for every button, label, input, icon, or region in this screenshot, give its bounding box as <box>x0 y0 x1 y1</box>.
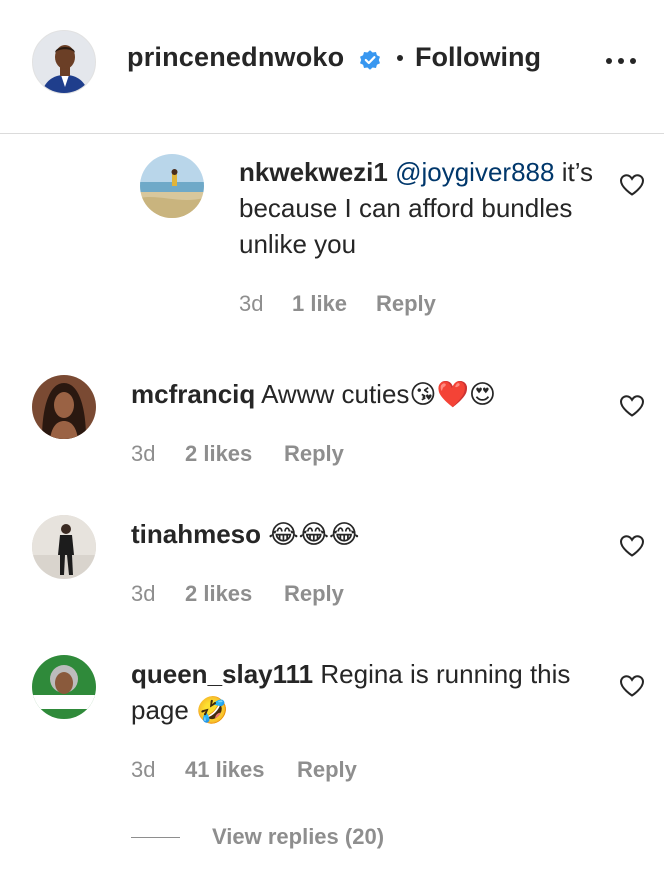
likes-count[interactable]: 2 likes <box>185 441 252 467</box>
view-replies-divider <box>131 837 180 838</box>
separator-dot <box>397 55 403 61</box>
comment-body: tinahmeso 😂😂😂 <box>131 516 601 552</box>
avatar[interactable] <box>140 154 204 218</box>
comment-text: Awww cuties😘❤️😍 <box>261 379 496 409</box>
heart-icon[interactable] <box>619 173 645 197</box>
likes-count[interactable]: 1 like <box>292 291 347 317</box>
comment-meta: 3d 1 like Reply <box>239 291 499 319</box>
comment-username[interactable]: tinahmeso <box>131 519 261 549</box>
comment-time: 3d <box>239 291 264 316</box>
comment-time: 3d <box>131 581 156 606</box>
comment-username[interactable]: nkwekwezi1 <box>239 157 388 187</box>
reply-button[interactable]: Reply <box>376 291 436 317</box>
comment-body: nkwekwezi1 @joygiver888 it’s because I c… <box>239 154 599 262</box>
likes-count[interactable]: 2 likes <box>185 581 252 607</box>
comment-body: mcfranciq Awww cuties😘❤️😍 <box>131 376 601 412</box>
profile-photo <box>32 515 96 579</box>
view-replies-button[interactable]: View replies (20) <box>212 824 384 850</box>
post-author-username[interactable]: princenednwoko <box>127 42 344 73</box>
avatar[interactable] <box>32 655 96 719</box>
comment-username[interactable]: queen_slay111 <box>131 659 313 689</box>
avatar[interactable] <box>32 30 96 94</box>
avatar[interactable] <box>32 375 96 439</box>
more-options-icon[interactable] <box>604 50 638 70</box>
post-header: princenednwoko Following <box>0 0 664 134</box>
comment-meta: 3d 41 likes Reply <box>131 757 391 785</box>
comment-text: 😂😂😂 <box>268 519 360 549</box>
profile-photo <box>32 375 96 439</box>
comment-meta: 3d 2 likes Reply <box>131 581 391 609</box>
following-button[interactable]: Following <box>415 42 541 73</box>
comment-username[interactable]: mcfranciq <box>131 379 255 409</box>
heart-icon[interactable] <box>619 534 645 558</box>
profile-photo <box>32 655 96 719</box>
avatar[interactable] <box>32 515 96 579</box>
mention-link[interactable]: @joygiver888 <box>395 157 554 187</box>
comment-time: 3d <box>131 757 156 782</box>
reply-button[interactable]: Reply <box>284 581 344 607</box>
profile-photo <box>33 31 95 93</box>
profile-photo <box>140 154 204 218</box>
comment-meta: 3d 2 likes Reply <box>131 441 391 469</box>
likes-count[interactable]: 41 likes <box>185 757 265 783</box>
comment-body: queen_slay111 Regina is running this pag… <box>131 656 601 728</box>
comment-time: 3d <box>131 441 156 466</box>
heart-icon[interactable] <box>619 394 645 418</box>
reply-button[interactable]: Reply <box>284 441 344 467</box>
reply-button[interactable]: Reply <box>297 757 357 783</box>
heart-icon[interactable] <box>619 674 645 698</box>
verified-badge-icon <box>360 50 380 70</box>
